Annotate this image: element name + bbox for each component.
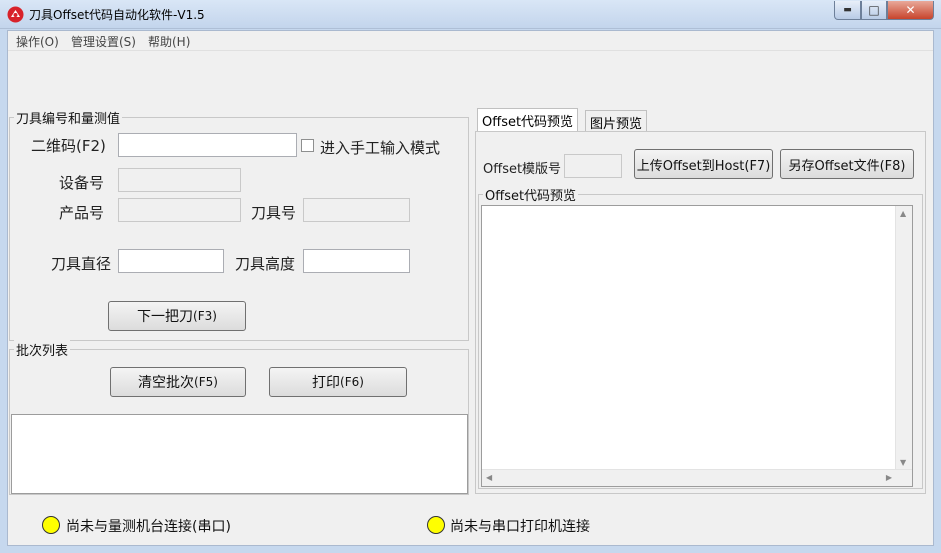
clear-batch-key: (F5)	[194, 375, 218, 389]
tool-no-label: 刀具号	[251, 204, 297, 222]
height-input[interactable]	[303, 249, 410, 273]
manual-mode-checkbox[interactable]	[301, 139, 314, 152]
scroll-right-icon[interactable]: ▶	[886, 473, 892, 482]
code-preview-title: Offset代码预览	[483, 185, 579, 204]
title-bar: 刀具Offset代码自动化软件-V1.5 ▬ □ ✕	[0, 0, 941, 29]
maximize-button[interactable]: □	[861, 1, 887, 20]
minimize-button[interactable]: ▬	[834, 1, 861, 20]
clear-batch-button[interactable]: 清空批次 (F5)	[110, 367, 246, 397]
scroll-up-icon[interactable]: ▲	[900, 209, 906, 218]
printer-status-text: 尚未与串口打印机连接	[450, 519, 590, 535]
product-label: 产品号	[59, 204, 105, 222]
app-logo-icon	[7, 6, 24, 23]
measure-status-text: 尚未与量测机台连接(串口)	[66, 519, 231, 535]
menu-settings[interactable]: 管理设置(S)	[71, 33, 136, 50]
vertical-scrollbar[interactable]: ▲ ▼	[895, 206, 912, 470]
scroll-down-icon[interactable]: ▼	[900, 458, 906, 467]
client-area: 操作(O) 管理设置(S) 帮助(H) 刀具编号和量测值 二维码(F2) 进入手…	[7, 30, 934, 546]
tab-offset-preview[interactable]: Offset代码预览	[477, 108, 579, 132]
menu-bar: 操作(O) 管理设置(S) 帮助(H)	[8, 31, 933, 51]
next-tool-button[interactable]: 下一把刀 (F3)	[108, 301, 246, 331]
maximize-icon: □	[868, 3, 880, 17]
next-tool-key: (F3)	[193, 309, 217, 323]
tool-no-field	[303, 198, 410, 222]
template-field	[564, 154, 622, 178]
close-button[interactable]: ✕	[887, 1, 934, 20]
product-field	[118, 198, 241, 222]
device-label: 设备号	[59, 174, 105, 192]
height-label: 刀具高度	[235, 255, 296, 273]
template-label: Offset模版号	[483, 162, 562, 177]
batch-list[interactable]	[11, 414, 468, 494]
qr-label: 二维码(F2)	[31, 137, 106, 155]
diameter-input[interactable]	[118, 249, 224, 273]
menu-help[interactable]: 帮助(H)	[148, 33, 190, 50]
upload-offset-button[interactable]: 上传Offset到Host(F7)	[634, 149, 773, 179]
print-text: 打印	[312, 375, 341, 391]
printer-status-led-icon	[427, 516, 445, 534]
close-icon: ✕	[905, 3, 916, 17]
next-tool-text: 下一把刀	[137, 309, 194, 325]
horizontal-scrollbar[interactable]: ◀ ▶	[482, 469, 912, 486]
qr-input[interactable]	[118, 133, 297, 157]
batch-group-title: 批次列表	[14, 340, 71, 359]
minimize-icon: ▬	[843, 5, 852, 15]
window-title: 刀具Offset代码自动化软件-V1.5	[29, 8, 205, 22]
menu-operate[interactable]: 操作(O)	[16, 33, 59, 50]
print-button[interactable]: 打印 (F6)	[269, 367, 407, 397]
manual-mode-label: 进入手工输入模式	[320, 139, 441, 157]
save-offset-button[interactable]: 另存Offset文件(F8)	[780, 149, 914, 179]
scroll-left-icon[interactable]: ◀	[486, 473, 492, 482]
diameter-label: 刀具直径	[51, 255, 112, 273]
tool-group-title: 刀具编号和量测值	[14, 108, 123, 127]
device-field	[118, 168, 241, 192]
print-key: (F6)	[340, 375, 364, 389]
code-preview-textarea[interactable]: ▲ ▼ ◀ ▶	[481, 205, 913, 487]
clear-batch-text: 清空批次	[138, 375, 195, 391]
measure-status-led-icon	[42, 516, 60, 534]
